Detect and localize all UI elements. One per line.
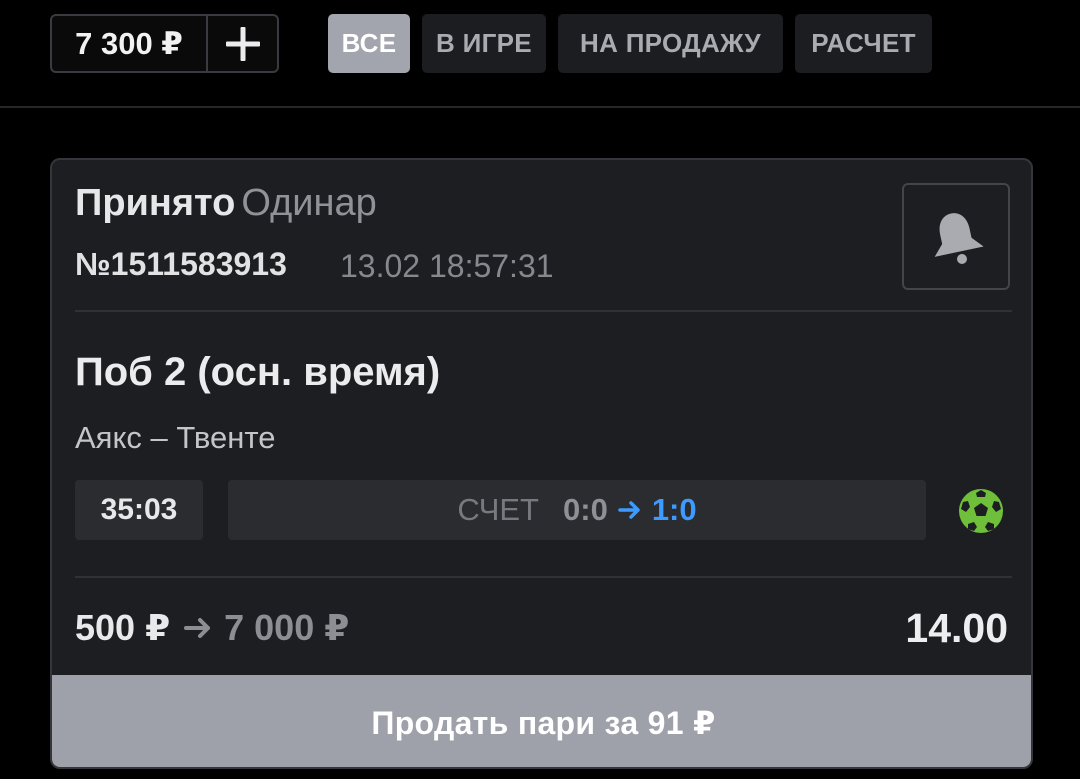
- stake-amount: 500 ₽: [75, 607, 171, 648]
- divider: [75, 576, 1012, 578]
- arrow-right-icon: [618, 500, 642, 520]
- balance-amount[interactable]: 7 300 ₽: [52, 16, 208, 71]
- tab-live[interactable]: В ИГРЕ: [422, 14, 546, 73]
- bet-odds: 14.00: [905, 605, 1008, 651]
- bet-status: Принято: [75, 182, 236, 224]
- score-bar: СЧЕТ 0:0 1:0: [228, 480, 926, 540]
- stake-and-payout: 500 ₽ 7 000 ₽: [75, 607, 349, 649]
- tab-settled[interactable]: РАСЧЕТ: [795, 14, 932, 73]
- bet-number: №1511583913: [75, 246, 287, 282]
- divider: [75, 310, 1012, 312]
- bet-type: Одинар: [241, 182, 377, 224]
- arrow-right-icon: [184, 617, 212, 639]
- soccer-ball-icon: [959, 489, 1003, 533]
- top-bar: 7 300 ₽ ВСЕ В ИГРЕ НА ПРОДАЖУ РАСЧЕТ: [0, 0, 1080, 108]
- match-clock: 35:03: [75, 480, 203, 540]
- plus-icon: [225, 26, 260, 61]
- event-teams[interactable]: Аякс – Твенте: [75, 420, 276, 456]
- bell-icon: [934, 212, 984, 264]
- bet-status-line: Принято Одинар: [75, 182, 377, 225]
- notification-button[interactable]: [902, 183, 1010, 290]
- tab-all[interactable]: ВСЕ: [328, 14, 410, 73]
- score-label: СЧЕТ: [457, 492, 539, 527]
- bet-card: Принято Одинар №1511583913 13.02 18:57:31…: [50, 158, 1033, 769]
- tab-for-sale[interactable]: НА ПРОДАЖУ: [558, 14, 783, 73]
- score-previous: 0:0: [563, 492, 608, 527]
- score-current: 1:0: [651, 492, 697, 527]
- add-funds-button[interactable]: [208, 16, 277, 71]
- sell-bet-button[interactable]: Продать пари за 91 ₽: [52, 675, 1031, 767]
- potential-payout: 7 000 ₽: [224, 607, 350, 648]
- balance-widget: 7 300 ₽: [50, 14, 279, 73]
- bet-datetime: 13.02 18:57:31: [340, 248, 554, 284]
- bet-market: Поб 2 (осн. время): [75, 350, 441, 394]
